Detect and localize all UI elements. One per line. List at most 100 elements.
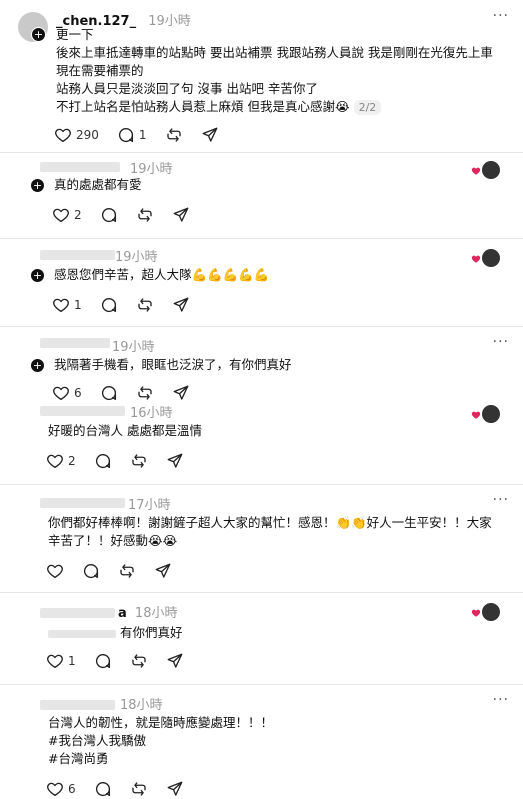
repost-button[interactable] (136, 296, 154, 314)
comment-button[interactable] (82, 562, 100, 580)
speech-bubble-icon (94, 452, 112, 470)
heart-outline-icon (54, 126, 72, 144)
share-button[interactable] (166, 452, 184, 470)
follow-plus-icon[interactable]: + (30, 358, 45, 373)
speech-bubble-icon (117, 126, 135, 144)
repost-button[interactable] (165, 126, 183, 144)
reply-text: 好暖的台灣人 處處都是溫情 (48, 423, 202, 438)
heart-outline-icon (46, 452, 64, 470)
action-bar (46, 562, 172, 580)
username-fragment[interactable]: a (118, 606, 127, 621)
speech-bubble-icon (94, 652, 112, 670)
like-count: 6 (68, 782, 76, 796)
like-button[interactable]: 290 (54, 126, 99, 144)
share-button[interactable] (172, 206, 190, 224)
post-body: 更一下 後來上車抵達轉車的站點時 要出站補票 我跟站務人員說 我是剛剛在光復先上… (56, 27, 493, 114)
reply-text: 我隔著手機看，眼眶也泛淚了，有你們真好 (54, 357, 292, 372)
share-button[interactable] (172, 296, 190, 314)
repost-button[interactable] (130, 652, 148, 670)
comment-count: 1 (138, 128, 147, 142)
paper-plane-icon (172, 296, 190, 314)
like-count: 2 (68, 454, 76, 468)
heart-reaction-icon (471, 609, 481, 617)
repost-arrows-icon (165, 126, 183, 144)
comment-button[interactable] (100, 206, 118, 224)
like-button[interactable]: 1 (46, 652, 76, 670)
like-button[interactable]: 1 (52, 296, 82, 314)
action-bar: 1 (52, 296, 190, 314)
repost-button[interactable] (118, 562, 136, 580)
share-button[interactable] (201, 126, 219, 144)
timestamp: 18小時 (134, 606, 178, 621)
author-avatar (481, 602, 501, 622)
like-button[interactable]: 2 (46, 452, 76, 470)
more-options-icon[interactable]: ··· (493, 334, 509, 350)
redacted-username (40, 338, 110, 348)
reply-6: a 18小時 有你們真好 1 (0, 592, 523, 684)
heart-outline-icon (46, 780, 64, 798)
like-button[interactable] (46, 562, 64, 580)
paper-plane-icon (166, 780, 184, 798)
main-post: + _chen.127_ 19小時 ··· 更一下 後來上車抵達轉車的站點時 要… (0, 0, 523, 160)
repost-arrows-icon (130, 452, 148, 470)
comment-button[interactable] (94, 452, 112, 470)
repost-arrows-icon (118, 562, 136, 580)
repost-button[interactable] (130, 452, 148, 470)
share-button[interactable] (166, 652, 184, 670)
reply-text: 感恩您們辛苦，超人大隊💪💪💪💪💪 (54, 267, 270, 282)
more-options-icon[interactable]: ··· (493, 8, 509, 24)
timestamp: 19小時 (115, 250, 158, 265)
repost-button[interactable] (130, 780, 148, 798)
comment-button[interactable] (94, 652, 112, 670)
reply-4: 16小時 好暖的台灣人 處處都是溫情 2 (0, 398, 523, 483)
repost-button[interactable] (136, 206, 154, 224)
timestamp: 19小時 (130, 162, 173, 177)
redacted-text (48, 630, 116, 638)
follow-plus-icon[interactable]: + (30, 268, 45, 283)
reply-3: 19小時 ··· + 我隔著手機看，眼眶也泛淚了，有你們真好 6 (0, 326, 523, 401)
heart-reaction-icon (471, 255, 481, 263)
comment-button[interactable]: 1 (117, 126, 147, 144)
repost-arrows-icon (136, 296, 154, 314)
author-avatar (481, 404, 501, 424)
paper-plane-icon (166, 452, 184, 470)
redacted-username (40, 498, 125, 508)
heart-outline-icon (46, 562, 64, 580)
like-button[interactable]: 2 (52, 206, 82, 224)
speech-bubble-icon (100, 206, 118, 224)
like-button[interactable]: 6 (46, 780, 76, 798)
repost-arrows-icon (136, 206, 154, 224)
reply-text: 台灣人的韌性，就是隨時應變處理！！！ #我台灣人我驕傲 #台灣尚勇 (48, 715, 274, 766)
redacted-username (40, 162, 120, 172)
author-avatar (481, 248, 501, 268)
more-options-icon[interactable]: ··· (493, 692, 509, 708)
more-options-icon[interactable]: ··· (493, 492, 509, 508)
follow-plus-icon[interactable]: + (30, 178, 45, 193)
timestamp: 17小時 (128, 498, 171, 513)
follow-plus-icon[interactable]: + (31, 27, 46, 42)
like-count: 2 (74, 208, 82, 222)
repost-arrows-icon (130, 652, 148, 670)
heart-outline-icon (52, 206, 70, 224)
action-bar: 1 (46, 652, 184, 670)
timestamp: 19小時 (112, 340, 155, 355)
timestamp: 18小時 (120, 698, 163, 713)
reply-text: 有你們真好 (120, 625, 183, 640)
action-bar: 2 (52, 206, 190, 224)
reply-5: 17小時 ··· 你們都好棒棒啊！謝謝鏟子超人大家的幫忙！感恩！👏👏好人一生平安… (0, 484, 523, 594)
paper-plane-icon (154, 562, 172, 580)
action-bar: 2 (46, 452, 184, 470)
speech-bubble-icon (100, 296, 118, 314)
paper-plane-icon (166, 652, 184, 670)
like-count: 290 (76, 128, 99, 142)
share-button[interactable] (166, 780, 184, 798)
post-text: 更一下 後來上車抵達轉車的站點時 要出站補票 我跟站務人員說 我是剛剛在光復先上… (56, 26, 508, 117)
speech-bubble-icon (82, 562, 100, 580)
share-button[interactable] (154, 562, 172, 580)
action-bar: 6 (46, 780, 184, 798)
redacted-username (40, 700, 115, 710)
heart-outline-icon (46, 652, 64, 670)
comment-button[interactable] (100, 296, 118, 314)
comment-button[interactable] (94, 780, 112, 798)
speech-bubble-icon (94, 780, 112, 798)
